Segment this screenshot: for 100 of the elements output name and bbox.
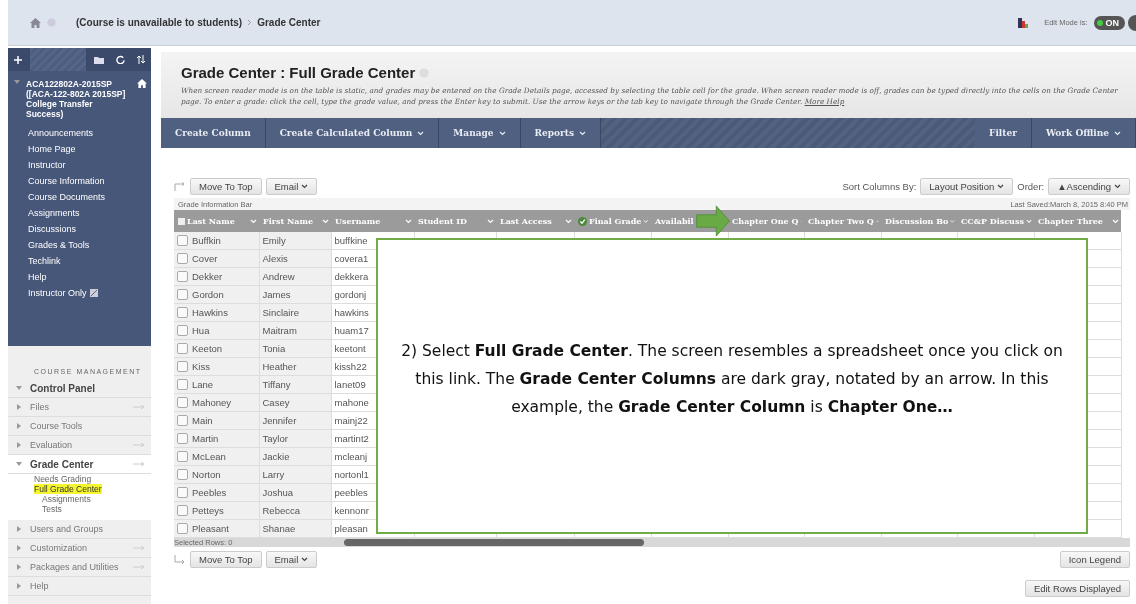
collapsed-triangle-icon[interactable] [16, 564, 22, 570]
panel-item[interactable]: Customization [30, 543, 125, 553]
panel-item[interactable]: Users and Groups [30, 524, 145, 534]
panel-item[interactable]: Packages and Utilities [30, 562, 125, 572]
toolbar-button[interactable]: Work Offline [1031, 118, 1136, 148]
course-title[interactable]: ACA122802A-2015SP ([ACA-122-802A 2015SP] College Transfer Success) [26, 79, 131, 119]
panel-item[interactable]: Evaluation [30, 440, 125, 450]
table-cell: Hawkins [192, 306, 228, 318]
edit-mode-toggle[interactable]: ON [1093, 15, 1125, 30]
collapsed-triangle-icon[interactable] [16, 545, 22, 551]
table-cell: Buffkin [192, 234, 221, 246]
control-panel-heading[interactable]: Control Panel [30, 382, 145, 394]
panel-item[interactable]: Course Tools [30, 421, 145, 431]
row-checkbox[interactable] [177, 271, 188, 283]
menu-link[interactable]: Assignments [42, 494, 91, 504]
row-checkbox[interactable] [177, 397, 188, 409]
course-menu-item[interactable]: Course Information [8, 173, 151, 189]
row-checkbox[interactable] [177, 307, 188, 319]
page-title: Grade Center : Full Grade Center [181, 64, 416, 81]
course-menu-item[interactable]: Instructor Only [8, 285, 151, 301]
refresh-icon[interactable] [116, 55, 125, 64]
table-cell: Cover [192, 252, 218, 264]
row-checkbox[interactable] [177, 451, 188, 463]
table-cell: Main [192, 414, 213, 426]
sort-select[interactable]: Layout Position [920, 177, 1014, 195]
breadcrumb-link[interactable]: Grade Center [257, 17, 321, 28]
breadcrumb-link[interactable]: (Course is unavailable to students) [76, 17, 243, 28]
order-label: Order: [1017, 180, 1045, 192]
course-menu-item[interactable]: Grades & Tools [8, 237, 151, 253]
table-cell: Petteys [192, 504, 224, 516]
table-cell: Dekker [192, 270, 223, 282]
course-menu-item[interactable]: Announcements [8, 125, 151, 141]
home-icon[interactable] [137, 79, 147, 88]
folder-icon[interactable] [94, 55, 104, 64]
panel-item[interactable]: Help [30, 581, 145, 591]
menu-link[interactable]: Needs Grading [34, 474, 92, 484]
expanded-triangle-icon[interactable] [16, 385, 22, 391]
email-button[interactable]: Email [265, 551, 318, 568]
row-checkbox[interactable] [177, 235, 188, 247]
table-cell: Martin [192, 432, 219, 444]
course-menu-item[interactable]: Techlink [8, 253, 151, 269]
menu-link[interactable]: Full Grade Center [34, 484, 102, 494]
course-menu-item[interactable]: Assignments [8, 205, 151, 221]
row-checkbox[interactable] [177, 379, 188, 391]
email-button[interactable]: Email [265, 177, 318, 195]
row-checkbox[interactable] [177, 343, 188, 355]
row-checkbox[interactable] [177, 253, 188, 265]
table-cell: Pleasant [192, 522, 229, 534]
chart-icon[interactable] [1018, 17, 1029, 28]
table-cell: McLean [192, 450, 226, 462]
collapsed-triangle-icon[interactable] [16, 442, 22, 448]
select-all-checkbox[interactable] [178, 217, 185, 225]
table-cell: Lane [192, 378, 214, 390]
add-icon[interactable] [14, 55, 22, 64]
scrollbar[interactable] [344, 539, 644, 546]
expanded-triangle-icon[interactable] [16, 461, 22, 467]
table-cell: Hua [192, 324, 210, 336]
collapsed-triangle-icon[interactable] [16, 404, 22, 410]
table-cell: Kiss [192, 360, 210, 372]
table-cell: Keeton [192, 342, 223, 354]
toolbar-button[interactable]: Filter [975, 118, 1032, 148]
table-cell: Mahoney [192, 396, 232, 408]
arrow-icon [174, 181, 186, 191]
expanded-triangle-icon[interactable] [14, 79, 20, 85]
order-select[interactable]: ▲Ascending [1048, 177, 1130, 195]
sort-label: Sort Columns By: [842, 180, 917, 192]
move-to-top-button[interactable]: Move To Top [190, 177, 262, 195]
row-checkbox[interactable] [177, 487, 188, 499]
icon-legend-button[interactable]: Icon Legend [1059, 551, 1130, 568]
row-checkbox[interactable] [177, 361, 188, 373]
toolbar-button[interactable]: Create Column [161, 118, 266, 148]
course-menu-item[interactable]: Home Page [8, 141, 151, 157]
course-menu-item[interactable]: Instructor [8, 157, 151, 173]
row-checkbox[interactable] [177, 289, 188, 301]
toolbar-button[interactable]: Create Calculated Column [265, 118, 440, 148]
collapsed-triangle-icon[interactable] [16, 583, 22, 589]
move-to-top-button[interactable]: Move To Top [190, 551, 262, 568]
collapsed-triangle-icon[interactable] [16, 526, 22, 532]
table-cell: Gordon [192, 288, 224, 300]
row-checkbox[interactable] [177, 415, 188, 427]
panel-item[interactable]: Files [30, 402, 125, 412]
row-checkbox[interactable] [177, 433, 188, 445]
menu-link[interactable]: Tests [42, 504, 62, 514]
arrow-icon [174, 554, 186, 565]
toolbar-button[interactable]: Manage [439, 118, 521, 148]
course-menu-item[interactable]: Help [8, 269, 151, 285]
row-checkbox[interactable] [177, 505, 188, 517]
course-menu-item[interactable]: Discussions [8, 221, 151, 237]
row-checkbox[interactable] [177, 325, 188, 337]
sort-icon[interactable] [136, 55, 146, 64]
table-cell: Emily [259, 232, 331, 250]
chevron-right-icon [247, 19, 253, 26]
collapsed-triangle-icon[interactable] [16, 423, 22, 429]
table-cell: Peebles [192, 486, 227, 498]
table-cell: Norton [192, 468, 221, 480]
edit-rows-button[interactable]: Edit Rows Displayed [1024, 580, 1130, 597]
toolbar-button[interactable]: Reports [520, 118, 602, 148]
row-checkbox[interactable] [177, 469, 188, 481]
course-menu-item[interactable]: Course Documents [8, 189, 151, 205]
row-checkbox[interactable] [177, 523, 188, 535]
